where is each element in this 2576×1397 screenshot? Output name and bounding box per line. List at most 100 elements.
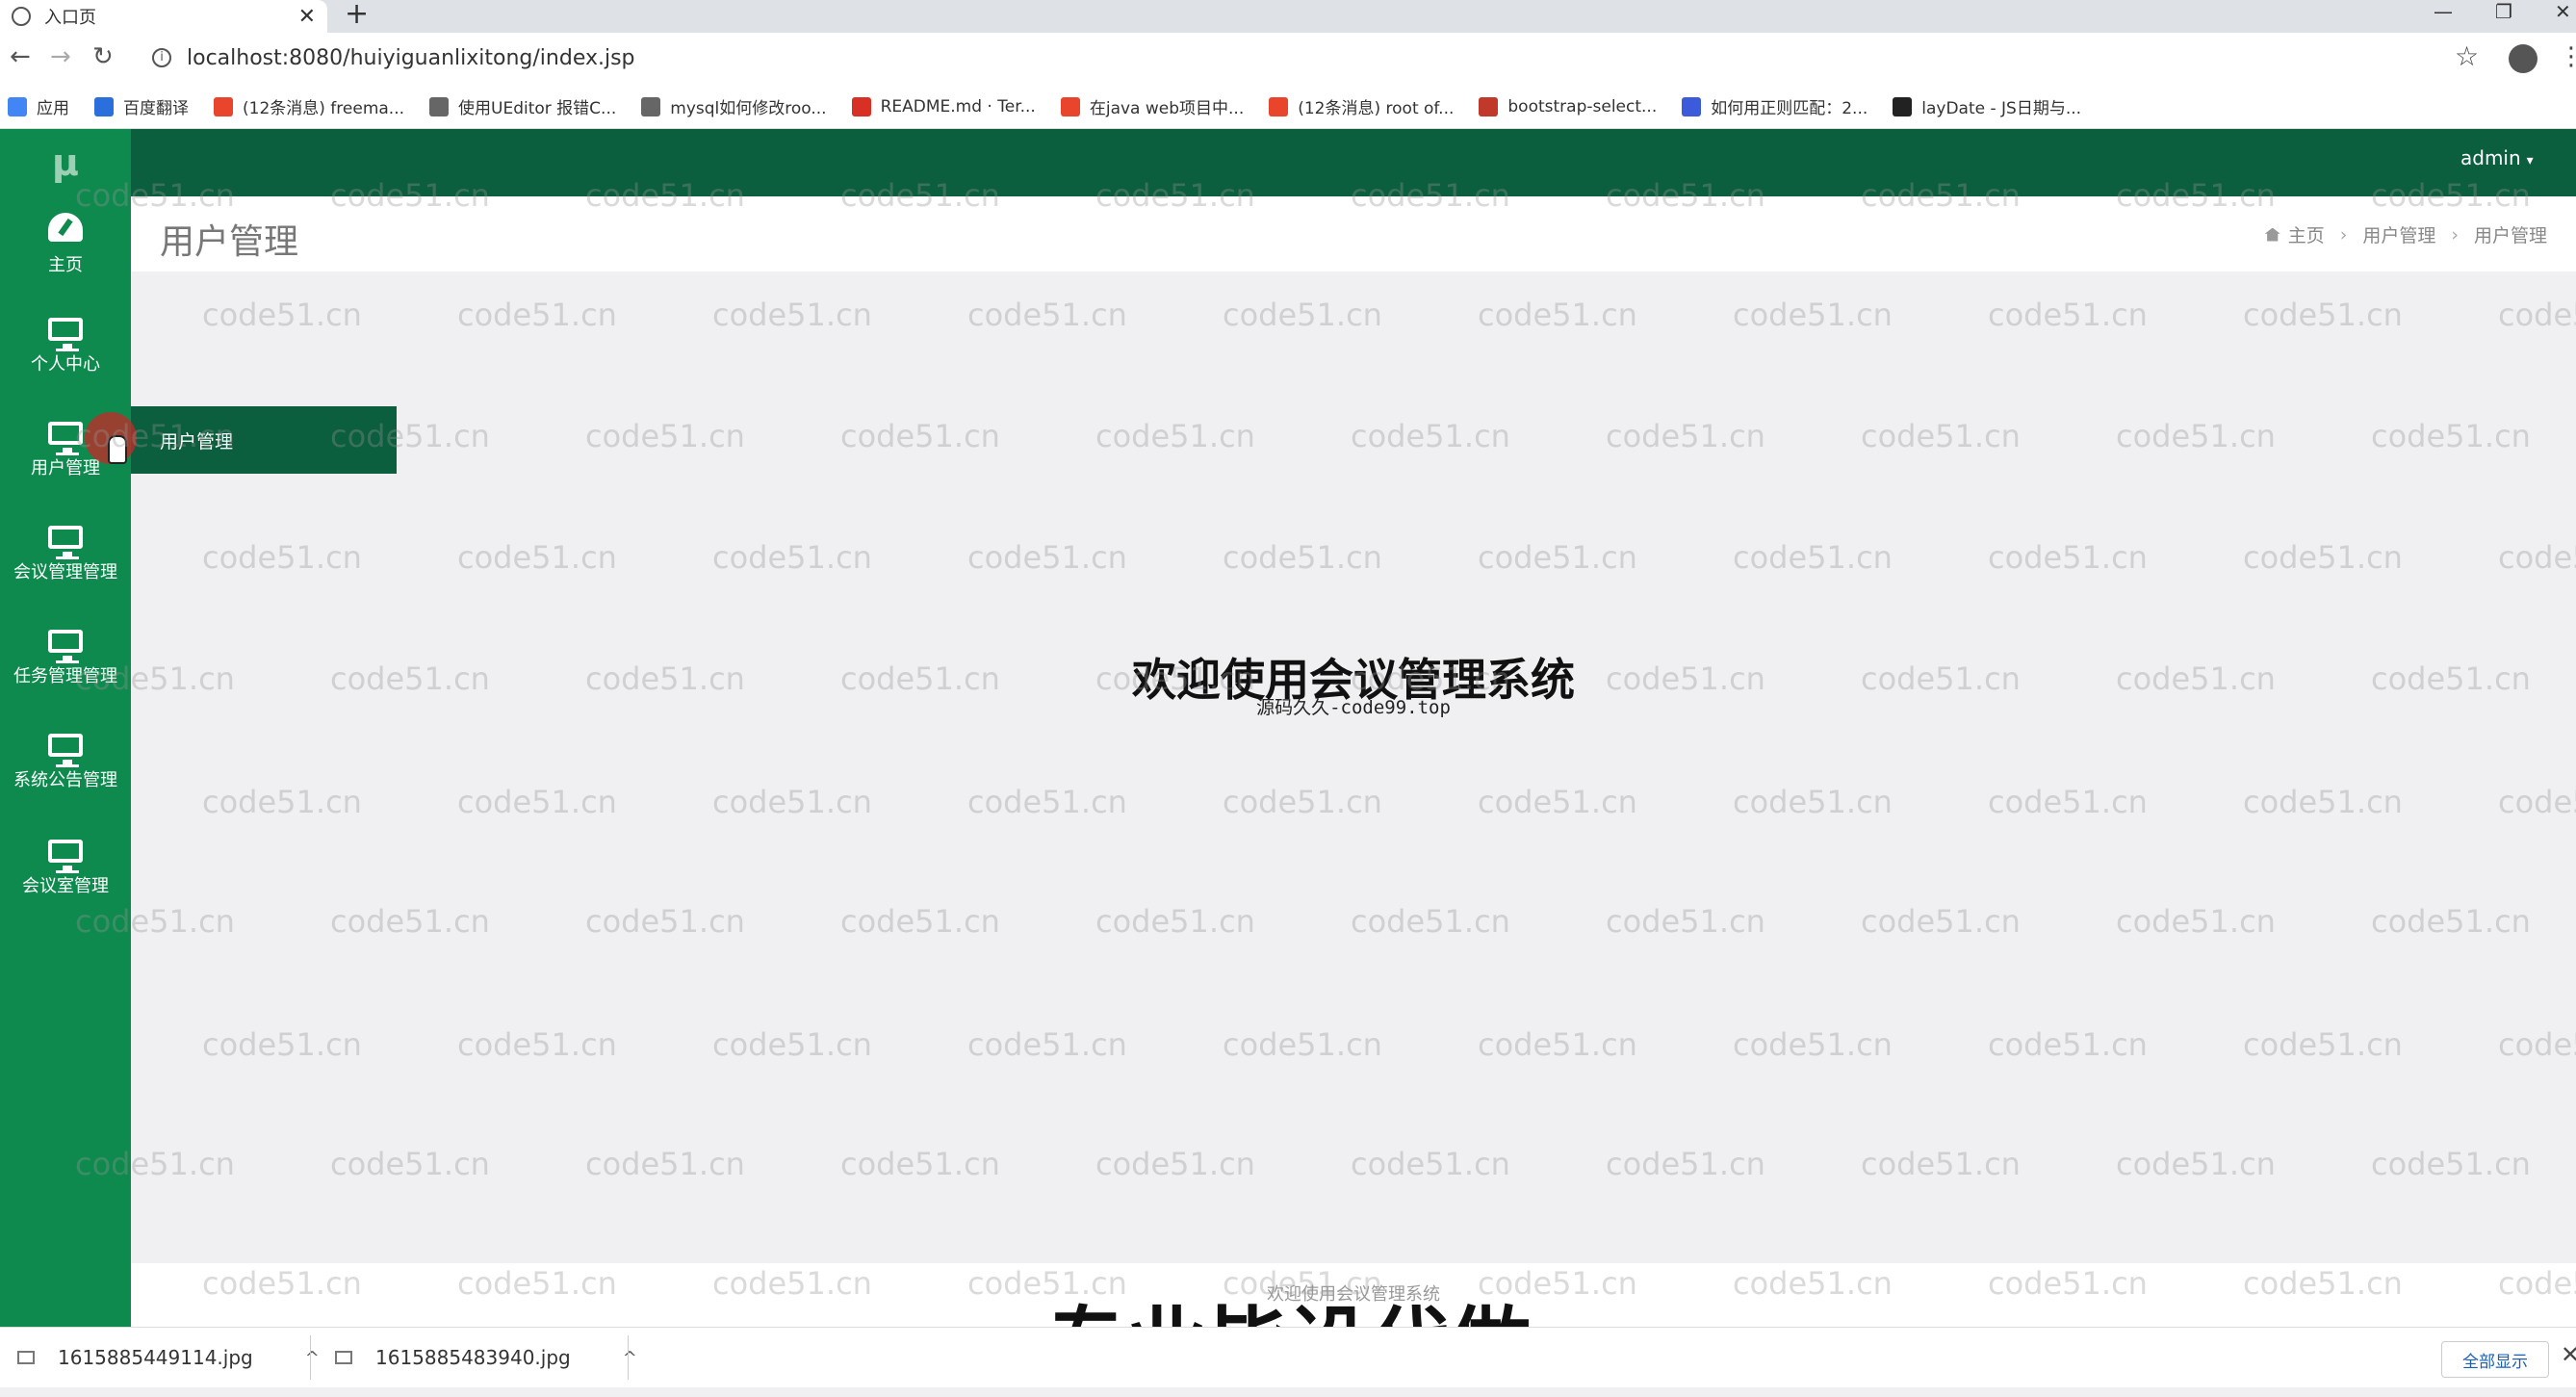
sidebar-item-label: 任务管理管理 [13, 666, 117, 686]
menu-kebab-icon[interactable]: ⋮ [2559, 42, 2576, 71]
monitor-icon [48, 526, 83, 559]
bookmark-label[interactable]: README.md · Ter... [881, 97, 1036, 116]
forward-icon[interactable]: → [50, 42, 71, 71]
bookmark-favicon-icon [1682, 96, 1702, 116]
bookmark-favicon-icon [1269, 96, 1289, 116]
sidebar-item-label: 主页 [48, 255, 83, 275]
chevron-up-icon[interactable]: ^ [305, 1348, 320, 1368]
bookmark-favicon-icon [851, 96, 871, 116]
bookmark-favicon-icon [1060, 96, 1080, 116]
close-downloads-icon[interactable]: ✕ [2561, 1341, 2576, 1368]
monitor-icon [48, 630, 83, 663]
bookmark-item[interactable]: 应用 [8, 94, 69, 118]
bookmark-favicon-icon [641, 96, 661, 116]
tab-close-button[interactable]: ✕ [298, 5, 316, 29]
info-icon[interactable]: i [152, 48, 171, 67]
app-header [0, 129, 2576, 196]
sidebar-item-announcements[interactable]: 系统公告管理 [0, 714, 131, 811]
browser-toolbar: ← → ↻ i localhost:8080/huiyiguanlixitong… [0, 33, 2576, 85]
close-window-button[interactable]: ✕ [2555, 0, 2571, 23]
breadcrumb-home[interactable]: 主页 [2288, 221, 2325, 247]
sidebar-item-label: 会议室管理 [22, 876, 109, 896]
user-menu[interactable]: admin ▾ [2460, 146, 2534, 169]
bookmark-label[interactable]: 使用UEditor 报错C... [458, 94, 616, 118]
bookmark-item[interactable]: 使用UEditor 报错C... [429, 94, 616, 118]
bookmark-item[interactable]: README.md · Ter... [851, 96, 1036, 116]
bookmark-label[interactable]: 百度翻译 [123, 94, 189, 118]
divider [628, 1335, 629, 1380]
bookmark-item[interactable]: 在java web项目中... [1060, 94, 1244, 118]
sidebar-item-meeting-management[interactable]: 会议管理管理 [0, 506, 131, 603]
bookmark-label[interactable]: mysql如何修改roo... [670, 94, 826, 118]
monitor-icon [48, 840, 83, 873]
new-tab-button[interactable]: + [345, 0, 369, 29]
download-item[interactable]: 1615885449114.jpg ^ [17, 1328, 320, 1387]
address-bar[interactable]: i localhost:8080/huiyiguanlixitong/index… [139, 39, 2449, 77]
sidebar-item-home[interactable]: 主页 [0, 196, 131, 293]
bookmark-item[interactable]: 如何用正则匹配：2... [1682, 94, 1868, 118]
breadcrumb-separator: › [2451, 223, 2459, 246]
sidebar-item-label: 会议管理管理 [13, 562, 117, 582]
bookmark-item[interactable]: bootstrap-select... [1479, 96, 1657, 116]
breadcrumb: 主页 › 用户管理 › 用户管理 [2264, 221, 2547, 247]
user-name[interactable]: admin [2460, 146, 2521, 169]
tab-strip: 入口页 ✕ + — ❐ ✕ [0, 0, 2576, 33]
dashboard-icon [48, 213, 83, 242]
divider [310, 1335, 311, 1380]
bookmark-favicon-icon [8, 96, 27, 116]
welcome-subtext: 源码久久-code99.top [1256, 697, 1451, 718]
sidebar-item-label: 个人中心 [31, 354, 100, 375]
logo: μ [52, 142, 79, 184]
back-icon[interactable]: ← [10, 42, 31, 71]
url-text[interactable]: localhost:8080/huiyiguanlixitong/index.j… [187, 46, 635, 70]
bookmark-item[interactable]: 百度翻译 [94, 94, 189, 118]
home-icon [2264, 227, 2280, 242]
breadcrumb-section[interactable]: 用户管理 [2362, 221, 2435, 247]
download-filename[interactable]: 1615885449114.jpg [58, 1346, 253, 1369]
bookmark-item[interactable]: mysql如何修改roo... [641, 94, 827, 118]
bookmark-favicon-icon [214, 96, 233, 116]
download-filename[interactable]: 1615885483940.jpg [375, 1346, 571, 1369]
sidebar-item-personal-center[interactable]: 个人中心 [0, 298, 131, 395]
bookmark-item[interactable]: (12条消息) root of... [1269, 94, 1454, 118]
breadcrumb-separator: › [2339, 223, 2348, 246]
page-title: 用户管理 [160, 222, 299, 262]
breadcrumb-current: 用户管理 [2473, 225, 2547, 246]
caret-down-icon: ▾ [2526, 153, 2534, 168]
sidebar-item-meeting-rooms[interactable]: 会议室管理 [0, 820, 131, 917]
main-content: 欢迎使用会议管理系统 源码久久-code99.top [131, 272, 2576, 1263]
chevron-up-icon[interactable]: ^ [623, 1348, 637, 1368]
minimize-button[interactable]: — [2434, 0, 2453, 23]
sidebar-item-task-management[interactable]: 任务管理管理 [0, 610, 131, 707]
bookmark-item[interactable]: (12条消息) freema... [214, 94, 404, 118]
download-item[interactable]: 1615885483940.jpg ^ [335, 1328, 637, 1387]
hand-cursor-icon [108, 435, 127, 464]
restore-button[interactable]: ❐ [2495, 0, 2512, 23]
browser-tab[interactable]: 入口页 ✕ [0, 0, 327, 33]
bookmark-favicon-icon [429, 96, 450, 116]
page-header: 用户管理 主页 › 用户管理 › 用户管理 [131, 196, 2576, 272]
submenu-item-label[interactable]: 用户管理 [160, 427, 233, 453]
bookmarks-bar: 应用 百度翻译 (12条消息) freema... 使用UEditor 报错C... m… [0, 85, 2576, 129]
reload-icon[interactable]: ↻ [92, 42, 114, 71]
bookmark-label[interactable]: 应用 [37, 94, 69, 118]
profile-avatar-icon[interactable] [2509, 44, 2537, 73]
submenu-user-management[interactable]: 用户管理 [131, 406, 397, 474]
monitor-icon [48, 422, 83, 455]
bookmark-label[interactable]: bootstrap-select... [1507, 97, 1657, 116]
bookmark-favicon-icon [94, 96, 114, 116]
bookmark-star-icon[interactable]: ☆ [2455, 40, 2479, 72]
show-all-button[interactable]: 全部显示 [2441, 1341, 2549, 1378]
image-file-icon [17, 1351, 35, 1364]
bookmark-label[interactable]: 在java web项目中... [1090, 94, 1244, 118]
monitor-icon [48, 734, 83, 767]
bookmark-label[interactable]: (12条消息) root of... [1298, 94, 1454, 118]
image-file-icon [335, 1351, 352, 1364]
bookmark-item[interactable]: layDate - JS日期与... [1893, 94, 2081, 118]
bookmark-label[interactable]: layDate - JS日期与... [1921, 94, 2081, 118]
bookmark-label[interactable]: (12条消息) freema... [243, 94, 404, 118]
bookmark-label[interactable]: 如何用正则匹配：2... [1711, 94, 1868, 118]
bookmark-favicon-icon [1479, 96, 1499, 116]
sidebar-item-label: 用户管理 [31, 458, 100, 479]
bookmark-favicon-icon [1893, 96, 1913, 116]
